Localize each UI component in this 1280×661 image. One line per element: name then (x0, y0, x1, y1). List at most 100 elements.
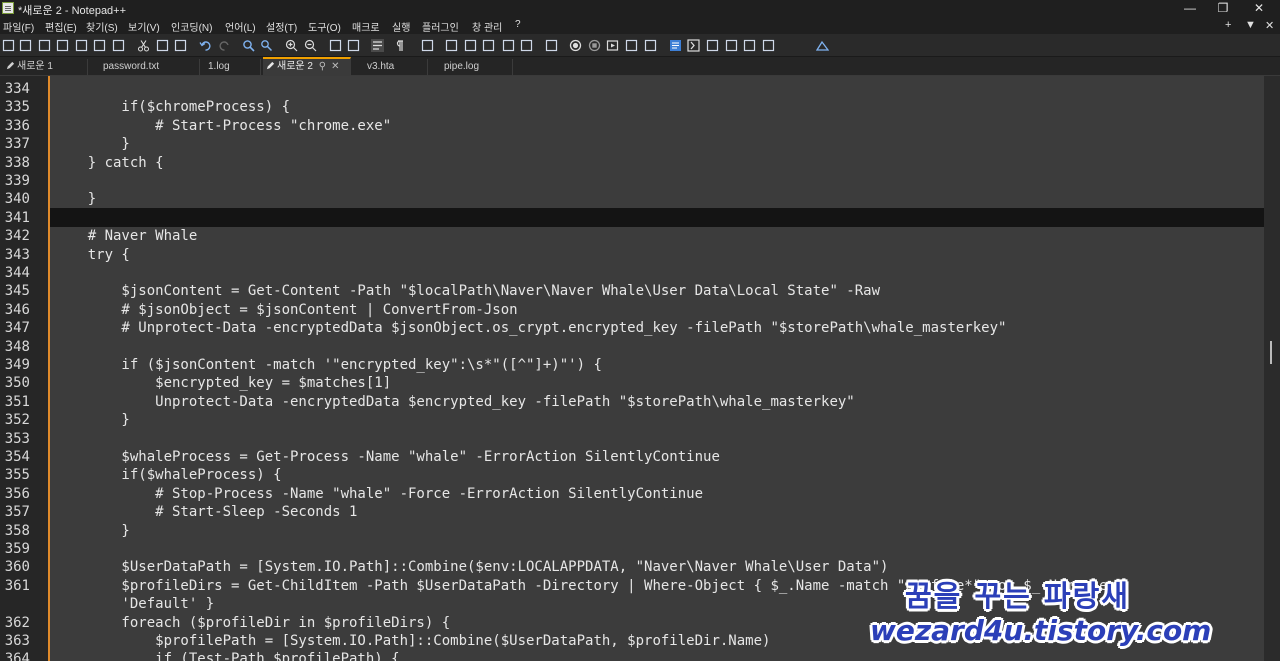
code-line[interactable]: if($chromeProcess) { (54, 98, 290, 116)
code-line[interactable]: # Naver Whale (54, 227, 198, 245)
zoom-out-icon[interactable] (304, 39, 317, 52)
undo-icon[interactable] (199, 39, 212, 52)
tab-new-1[interactable]: 새로운 1 (0, 59, 88, 76)
plugin-4-icon[interactable] (725, 39, 738, 52)
print-icon[interactable] (112, 39, 125, 52)
code-line[interactable]: if ($jsonContent -match '"encrypted_key"… (54, 356, 601, 374)
scrollbar-thumb[interactable] (1270, 341, 1272, 364)
menu-plugins[interactable]: 플러그인 (422, 19, 459, 34)
code-line[interactable]: # $jsonObject = $jsonContent | ConvertFr… (54, 301, 517, 319)
code-line[interactable]: $encrypted_key = $matches[1] (54, 374, 391, 392)
stop-macro-icon[interactable] (588, 39, 601, 52)
code-line[interactable]: $jsonContent = Get-Content -Path "$local… (54, 282, 880, 300)
menu-file[interactable]: 파일(F) (3, 19, 34, 34)
menu-encoding[interactable]: 인코딩(N) (171, 19, 212, 34)
line-number: 349 (4, 357, 30, 373)
line-number: 351 (4, 393, 30, 410)
line-number: 358 (4, 522, 30, 539)
paste-icon[interactable] (174, 39, 187, 52)
restore-button[interactable]: ❐ (1206, 0, 1240, 17)
line-number: 350 (4, 375, 30, 392)
document-list-icon[interactable] (482, 39, 495, 52)
menu-view[interactable]: 보기(V) (128, 19, 160, 34)
tab-1-log[interactable]: 1.log (201, 59, 261, 76)
code-line[interactable]: try { (54, 246, 130, 264)
code-line[interactable]: $profilePath = [System.IO.Path]::Combine… (54, 632, 770, 650)
new-tab-button[interactable]: + (1225, 19, 1231, 31)
menu-run[interactable]: 실행 (392, 19, 410, 34)
show-all-chars-icon[interactable] (392, 39, 405, 52)
code-line[interactable]: foreach ($profileDir in $profileDirs) { (54, 614, 450, 632)
tab-close-icon[interactable]: ✕ (331, 59, 339, 74)
code-line[interactable]: } (54, 522, 129, 540)
plugin-2-icon[interactable] (687, 39, 700, 52)
code-line[interactable]: } (54, 135, 129, 153)
code-line[interactable]: # Start-Process "chrome.exe" (54, 117, 391, 135)
code-line[interactable]: Unprotect-Data -encryptedData $encrypted… (54, 393, 855, 411)
open-file-icon[interactable] (19, 39, 32, 52)
code-line[interactable]: if($whaleProcess) { (54, 466, 281, 484)
new-file-icon[interactable] (2, 39, 15, 52)
minimize-button[interactable]: — (1173, 0, 1207, 17)
window-close-button[interactable]: ✕ (1242, 0, 1276, 17)
menu-help[interactable]: ? (515, 19, 521, 30)
close-icon[interactable] (75, 39, 88, 52)
line-number: 347 (4, 320, 30, 337)
menu-window[interactable]: 창 관리 (472, 19, 502, 34)
code-line[interactable]: 'Default' } (54, 595, 214, 613)
plugin-3-icon[interactable] (706, 39, 719, 52)
plugin-7-icon[interactable] (816, 39, 829, 52)
cut-icon[interactable] (137, 39, 150, 52)
menu-tools[interactable]: 도구(O) (308, 19, 341, 34)
line-number: 341 (4, 209, 30, 226)
plugin-1-icon[interactable] (669, 39, 682, 52)
save-macro-icon[interactable] (644, 39, 657, 52)
function-list-icon[interactable] (502, 39, 515, 52)
save-icon[interactable] (38, 39, 51, 52)
menu-search[interactable]: 찾기(S) (86, 19, 118, 34)
sync-horizontal-icon[interactable] (347, 39, 360, 52)
record-macro-icon[interactable] (569, 39, 582, 52)
code-line[interactable]: if (Test-Path $profilePath) { (54, 650, 399, 661)
close-all-icon[interactable] (93, 39, 106, 52)
zoom-in-icon[interactable] (285, 39, 298, 52)
menu-edit[interactable]: 편집(E) (45, 19, 77, 34)
code-line[interactable]: # Unprotect-Data -encryptedData $jsonObj… (54, 319, 1006, 337)
copy-icon[interactable] (156, 39, 169, 52)
save-all-icon[interactable] (56, 39, 69, 52)
tab-new-2-active[interactable]: 새로운 2 ⚲ ✕ (263, 57, 351, 76)
word-wrap-icon[interactable] (371, 39, 384, 52)
watermark-title: 꿈을 꾸는 파랑새 (905, 579, 1130, 613)
code-line[interactable]: } (54, 190, 96, 208)
code-line[interactable]: $whaleProcess = Get-Process -Name "whale… (54, 448, 719, 466)
language-icon[interactable] (445, 39, 458, 52)
close-document-button[interactable]: ✕ (1265, 19, 1274, 32)
code-line[interactable]: } catch { (54, 154, 164, 172)
menu-language[interactable]: 언어(L) (225, 19, 256, 34)
run-macro-multiple-icon[interactable] (625, 39, 638, 52)
find-icon[interactable] (242, 39, 255, 52)
folder-workspace-icon[interactable] (520, 39, 533, 52)
redo-icon[interactable] (218, 39, 231, 52)
code-line[interactable]: # Start-Sleep -Seconds 1 (54, 503, 357, 521)
code-line[interactable]: # Stop-Process -Name "whale" -Force -Err… (54, 485, 703, 503)
pin-icon[interactable]: ⚲ (319, 59, 326, 74)
code-line[interactable]: } (54, 411, 129, 429)
document-map-icon[interactable] (464, 39, 477, 52)
tab-list-dropdown[interactable]: ▼ (1245, 19, 1256, 31)
replace-icon[interactable] (260, 39, 273, 52)
current-line-highlight (50, 208, 1264, 228)
plugin-6-icon[interactable] (762, 39, 775, 52)
menu-settings[interactable]: 설정(T) (266, 19, 297, 34)
tab-v3-hta[interactable]: v3.hta (360, 59, 428, 76)
menu-macro[interactable]: 매크로 (352, 19, 380, 34)
monitoring-icon[interactable] (545, 39, 558, 52)
code-line[interactable]: $UserDataPath = [System.IO.Path]::Combin… (54, 558, 888, 576)
sync-vertical-icon[interactable] (329, 39, 342, 52)
tab-pipe-log[interactable]: pipe.log (437, 59, 513, 76)
play-macro-icon[interactable] (606, 39, 619, 52)
tab-password-txt[interactable]: password.txt (96, 59, 200, 76)
indent-guide-icon[interactable] (421, 39, 434, 52)
plugin-5-icon[interactable] (743, 39, 756, 52)
vertical-scrollbar[interactable] (1264, 76, 1280, 661)
